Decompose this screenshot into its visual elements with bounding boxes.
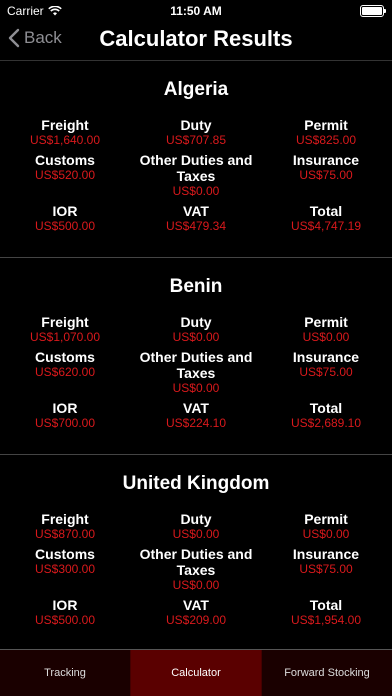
ior-value: US$500.00 — [34, 219, 96, 233]
total-cell: Total US$4,747.19 — [261, 203, 391, 233]
tab-calculator[interactable]: Calculator — [131, 650, 262, 696]
total-value: US$4,747.19 — [290, 219, 362, 233]
country-section: Algeria Freight US$1,640.00 Duty US$707.85 Pe… — [0, 61, 392, 258]
freight-cell: Freight US$1,640.00 — [0, 117, 130, 147]
customs-label: Customs — [35, 546, 95, 562]
customs-value: US$520.00 — [34, 168, 96, 182]
customs-value: US$620.00 — [34, 365, 96, 379]
freight-label: Freight — [41, 511, 89, 527]
customs-value: US$300.00 — [34, 562, 96, 576]
vat-cell: VAT US$224.10 — [131, 400, 261, 430]
permit-value: US$0.00 — [302, 527, 350, 541]
insurance-cell: Insurance US$75.00 — [261, 152, 391, 182]
total-cell: Total US$2,689.10 — [261, 400, 391, 430]
ior-value: US$700.00 — [34, 416, 96, 430]
other-label: Other Duties and Taxes — [139, 546, 253, 578]
page-title: Calculator Results — [99, 26, 293, 51]
other-label: Other Duties and Taxes — [139, 349, 253, 381]
country-section: United Kingdom Freight US$870.00 Duty US$0.0… — [0, 455, 392, 651]
tab-bar: Tracking Calculator Forward Stocking — [0, 649, 392, 696]
duty-label: Duty — [180, 314, 212, 330]
insurance-label: Insurance — [292, 152, 360, 168]
permit-label: Permit — [304, 314, 348, 330]
insurance-label: Insurance — [292, 546, 360, 562]
ior-cell: IOR US$500.00 — [0, 597, 130, 627]
customs-label: Customs — [35, 349, 95, 365]
ior-cell: IOR US$700.00 — [0, 400, 130, 430]
clock: 11:50 AM — [170, 4, 222, 18]
duty-value: US$0.00 — [172, 330, 220, 344]
duty-cell: Duty US$0.00 — [131, 511, 261, 541]
ior-label: IOR — [52, 203, 78, 219]
other-value: US$0.00 — [172, 184, 220, 198]
vat-cell: VAT US$479.34 — [131, 203, 261, 233]
results-list[interactable]: Algeria Freight US$1,640.00 Duty US$707.85 Pe… — [0, 60, 392, 651]
tab-tracking[interactable]: Tracking — [0, 650, 131, 696]
permit-cell: Permit US$0.00 — [261, 314, 391, 344]
vat-value: US$209.00 — [165, 613, 227, 627]
customs-cell: Customs US$300.00 — [0, 546, 130, 576]
other-cell: Other Duties and Taxes US$0.00 — [131, 349, 261, 395]
duty-cell: Duty US$707.85 — [131, 117, 261, 147]
permit-value: US$825.00 — [295, 133, 357, 147]
total-label: Total — [309, 597, 343, 613]
other-value: US$0.00 — [172, 578, 220, 592]
ior-label: IOR — [52, 597, 78, 613]
vat-label: VAT — [183, 203, 209, 219]
permit-label: Permit — [304, 511, 348, 527]
insurance-value: US$75.00 — [299, 562, 353, 576]
customs-cell: Customs US$520.00 — [0, 152, 130, 182]
permit-label: Permit — [304, 117, 348, 133]
ior-label: IOR — [52, 400, 78, 416]
country-name: Algeria — [163, 79, 229, 100]
other-cell: Other Duties and Taxes US$0.00 — [131, 546, 261, 592]
permit-cell: Permit US$825.00 — [261, 117, 391, 147]
vat-value: US$224.10 — [165, 416, 227, 430]
insurance-cell: Insurance US$75.00 — [261, 546, 391, 576]
permit-value: US$0.00 — [302, 330, 350, 344]
freight-cell: Freight US$870.00 — [0, 511, 130, 541]
duty-label: Duty — [180, 117, 212, 133]
country-section: Benin Freight US$1,070.00 Duty US$0.00 Permit… — [0, 258, 392, 455]
tab-forward-stocking[interactable]: Forward Stocking — [262, 650, 392, 696]
vat-label: VAT — [183, 597, 209, 613]
duty-cell: Duty US$0.00 — [131, 314, 261, 344]
duty-value: US$707.85 — [165, 133, 227, 147]
freight-label: Freight — [41, 117, 89, 133]
navigation-bar: Back Calculator Results — [0, 22, 392, 60]
insurance-cell: Insurance US$75.00 — [261, 349, 391, 379]
country-name: Benin — [169, 276, 223, 297]
freight-value: US$1,640.00 — [29, 133, 101, 147]
total-value: US$2,689.10 — [290, 416, 362, 430]
ior-cell: IOR US$500.00 — [0, 203, 130, 233]
total-label: Total — [309, 203, 343, 219]
permit-cell: Permit US$0.00 — [261, 511, 391, 541]
insurance-label: Insurance — [292, 349, 360, 365]
total-value: US$1,954.00 — [290, 613, 362, 627]
freight-cell: Freight US$1,070.00 — [0, 314, 130, 344]
duty-label: Duty — [180, 511, 212, 527]
other-cell: Other Duties and Taxes US$0.00 — [131, 152, 261, 198]
vat-label: VAT — [183, 400, 209, 416]
total-label: Total — [309, 400, 343, 416]
vat-value: US$479.34 — [165, 219, 227, 233]
freight-value: US$870.00 — [34, 527, 96, 541]
battery-level — [362, 7, 382, 15]
customs-cell: Customs US$620.00 — [0, 349, 130, 379]
status-bar: Carrier 11:50 AM — [0, 0, 392, 22]
battery-icon — [360, 5, 386, 17]
total-cell: Total US$1,954.00 — [261, 597, 391, 627]
freight-value: US$1,070.00 — [29, 330, 101, 344]
vat-cell: VAT US$209.00 — [131, 597, 261, 627]
freight-label: Freight — [41, 314, 89, 330]
duty-value: US$0.00 — [172, 527, 220, 541]
ior-value: US$500.00 — [34, 613, 96, 627]
customs-label: Customs — [35, 152, 95, 168]
insurance-value: US$75.00 — [299, 168, 353, 182]
other-label: Other Duties and Taxes — [139, 152, 253, 184]
country-name: United Kingdom — [122, 473, 270, 494]
insurance-value: US$75.00 — [299, 365, 353, 379]
other-value: US$0.00 — [172, 381, 220, 395]
